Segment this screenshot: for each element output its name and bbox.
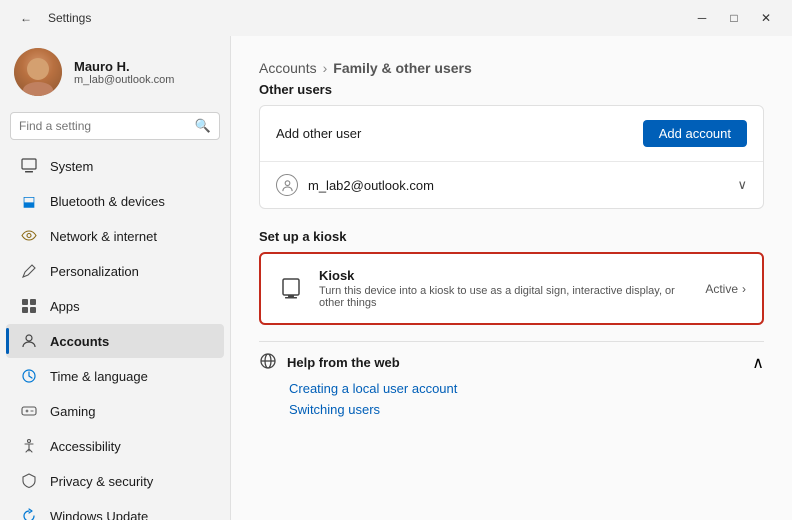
kiosk-title: Kiosk xyxy=(319,268,691,283)
gaming-icon xyxy=(20,402,38,420)
avatar xyxy=(14,48,62,96)
time-icon xyxy=(20,367,38,385)
windows-update-icon xyxy=(20,507,38,520)
sidebar-item-accessibility[interactable]: Accessibility xyxy=(6,429,224,463)
sidebar-item-system[interactable]: System xyxy=(6,149,224,183)
avatar-inner xyxy=(14,48,62,96)
sidebar-item-bluetooth-label: Bluetooth & devices xyxy=(50,194,165,209)
privacy-icon xyxy=(20,472,38,490)
user-email: m_lab@outlook.com xyxy=(74,74,216,86)
window-controls: ─ □ ✕ xyxy=(688,8,780,28)
bluetooth-icon: ⬓ xyxy=(20,192,38,210)
network-icon xyxy=(20,227,38,245)
sidebar-item-accounts[interactable]: Accounts xyxy=(6,324,224,358)
add-user-row: Add other user Add account xyxy=(260,106,763,162)
system-icon xyxy=(20,157,38,175)
avatar-body xyxy=(23,82,53,96)
help-header[interactable]: Help from the web ∧ xyxy=(259,341,764,381)
kiosk-status: Active › xyxy=(705,282,746,296)
chevron-right-icon: › xyxy=(742,282,746,296)
help-section: Help from the web ∧ Creating a local use… xyxy=(259,341,764,417)
chevron-up-icon: ∧ xyxy=(752,353,764,373)
breadcrumb: Accounts › Family & other users xyxy=(259,60,764,76)
sidebar-item-accessibility-label: Accessibility xyxy=(50,439,121,454)
kiosk-description: Turn this device into a kiosk to use as … xyxy=(319,285,691,309)
sidebar-item-personalization[interactable]: Personalization xyxy=(6,254,224,288)
avatar-face xyxy=(27,58,49,80)
help-links: Creating a local user account Switching … xyxy=(259,381,764,417)
search-icon: 🔍 xyxy=(195,118,211,134)
personalization-icon xyxy=(20,262,38,280)
sidebar-item-windows-update[interactable]: Windows Update xyxy=(6,499,224,520)
user-row-icon xyxy=(276,174,298,196)
sidebar-item-windows-update-label: Windows Update xyxy=(50,509,148,520)
search-input[interactable] xyxy=(19,119,189,133)
breadcrumb-separator: › xyxy=(323,60,328,76)
sidebar: Mauro H. m_lab@outlook.com 🔍 System ⬓ Bl… xyxy=(0,36,230,520)
kiosk-card[interactable]: Kiosk Turn this device into a kiosk to u… xyxy=(259,252,764,325)
kiosk-status-text: Active xyxy=(705,282,738,296)
sidebar-item-apps[interactable]: Apps xyxy=(6,289,224,323)
other-users-card: Add other user Add account m_lab2@outloo… xyxy=(259,105,764,209)
minimize-button[interactable]: ─ xyxy=(688,8,716,28)
help-link-local-user[interactable]: Creating a local user account xyxy=(289,381,764,396)
sidebar-item-network-label: Network & internet xyxy=(50,229,157,244)
help-link-switching-users[interactable]: Switching users xyxy=(289,402,764,417)
accessibility-icon xyxy=(20,437,38,455)
sidebar-item-accounts-label: Accounts xyxy=(50,334,109,349)
sidebar-item-apps-label: Apps xyxy=(50,299,80,314)
help-header-left: Help from the web xyxy=(259,352,400,373)
close-button[interactable]: ✕ xyxy=(752,8,780,28)
help-globe-icon xyxy=(259,352,277,373)
sidebar-item-time[interactable]: Time & language xyxy=(6,359,224,393)
back-button[interactable]: ← xyxy=(12,8,40,28)
sidebar-item-privacy-label: Privacy & security xyxy=(50,474,153,489)
user-row[interactable]: m_lab2@outlook.com ∨ xyxy=(260,162,763,208)
search-box[interactable]: 🔍 xyxy=(10,112,220,140)
main-content: Accounts › Family & other users Other us… xyxy=(230,36,792,520)
kiosk-section-title: Set up a kiosk xyxy=(259,229,764,244)
sidebar-item-gaming-label: Gaming xyxy=(50,404,96,419)
user-info: Mauro H. m_lab@outlook.com xyxy=(74,59,216,86)
other-users-section-title: Other users xyxy=(259,82,764,97)
maximize-button[interactable]: □ xyxy=(720,8,748,28)
sidebar-item-bluetooth[interactable]: ⬓ Bluetooth & devices xyxy=(6,184,224,218)
sidebar-item-time-label: Time & language xyxy=(50,369,148,384)
title-bar-left: ← Settings xyxy=(12,8,91,28)
sidebar-item-personalization-label: Personalization xyxy=(50,264,139,279)
user-profile: Mauro H. m_lab@outlook.com xyxy=(0,36,230,112)
accounts-icon xyxy=(20,332,38,350)
sidebar-item-privacy[interactable]: Privacy & security xyxy=(6,464,224,498)
app-body: Mauro H. m_lab@outlook.com 🔍 System ⬓ Bl… xyxy=(0,36,792,520)
title-bar: ← Settings ─ □ ✕ xyxy=(0,0,792,36)
user-row-email: m_lab2@outlook.com xyxy=(308,178,434,193)
kiosk-section: Set up a kiosk Kiosk Turn this device in… xyxy=(259,229,764,325)
kiosk-icon xyxy=(277,275,305,303)
user-row-left: m_lab2@outlook.com xyxy=(276,174,434,196)
help-section-title: Help from the web xyxy=(287,355,400,370)
nav-list: System ⬓ Bluetooth & devices Network & i… xyxy=(0,148,230,520)
page-title: Family & other users xyxy=(333,60,472,76)
add-user-label: Add other user xyxy=(276,126,361,141)
app-title: Settings xyxy=(48,11,91,25)
user-name: Mauro H. xyxy=(74,59,216,74)
chevron-down-icon: ∨ xyxy=(737,177,747,193)
add-account-button[interactable]: Add account xyxy=(643,120,747,147)
kiosk-text: Kiosk Turn this device into a kiosk to u… xyxy=(319,268,691,309)
sidebar-item-system-label: System xyxy=(50,159,93,174)
apps-icon xyxy=(20,297,38,315)
breadcrumb-accounts: Accounts xyxy=(259,60,317,76)
sidebar-item-network[interactable]: Network & internet xyxy=(6,219,224,253)
sidebar-item-gaming[interactable]: Gaming xyxy=(6,394,224,428)
